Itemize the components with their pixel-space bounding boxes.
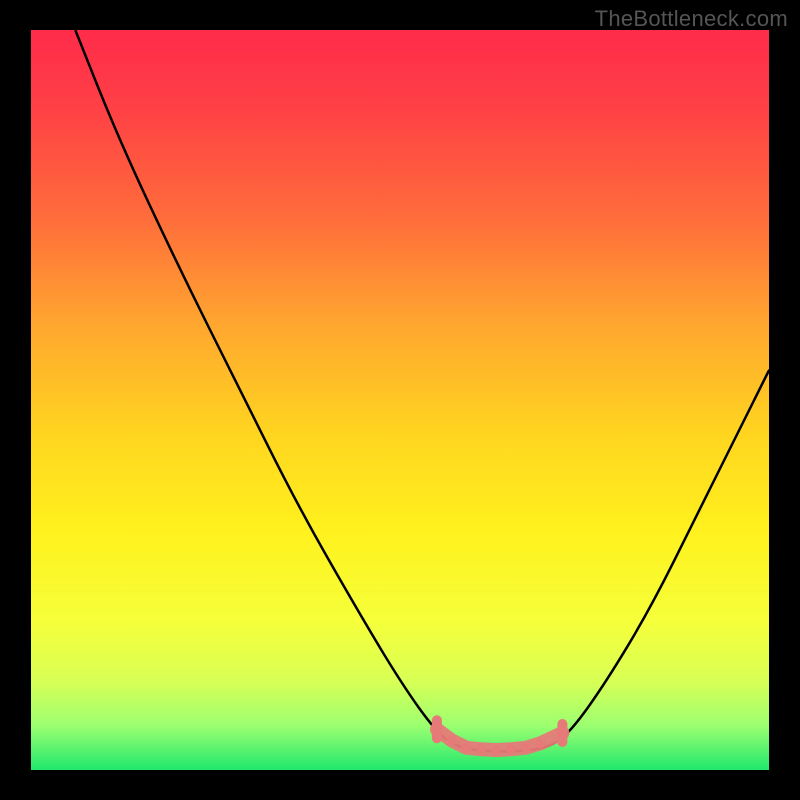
trough-point xyxy=(491,745,501,755)
trough-point xyxy=(447,735,457,745)
bottleneck-chart xyxy=(0,0,800,800)
trough-point xyxy=(461,743,471,753)
trough-point xyxy=(535,738,545,748)
trough-point xyxy=(521,743,531,753)
trough-point xyxy=(557,728,567,738)
chart-svg xyxy=(0,0,800,800)
trough-point xyxy=(432,724,442,734)
trough-point xyxy=(506,744,516,754)
watermark-text: TheBottleneck.com xyxy=(595,6,788,32)
trough-point xyxy=(476,744,486,754)
plot-area xyxy=(31,30,769,770)
